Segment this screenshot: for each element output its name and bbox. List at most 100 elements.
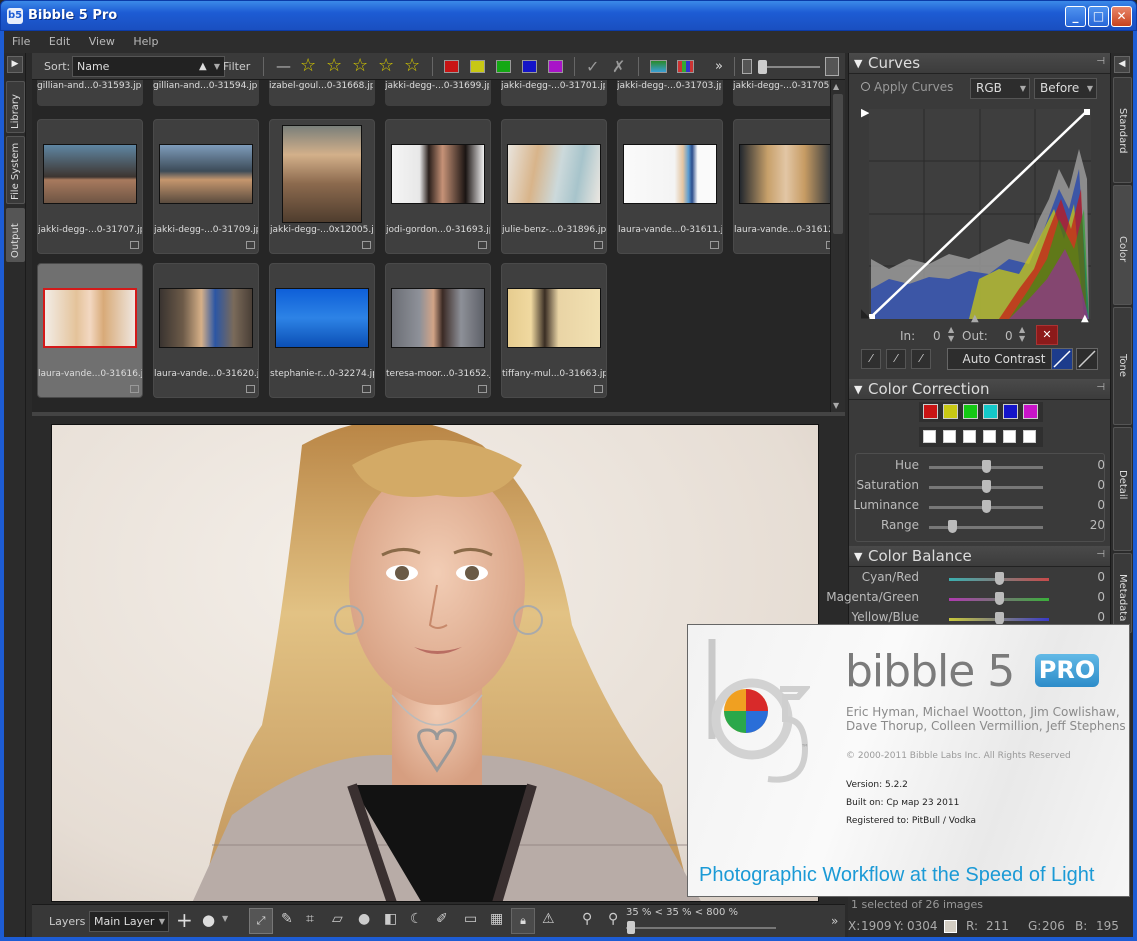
more-tools-button[interactable]: » — [715, 57, 723, 76]
spot-icon[interactable]: ● — [358, 911, 370, 927]
curves-graph[interactable] — [869, 109, 1091, 319]
thumbnail-size-slider[interactable] — [758, 66, 820, 68]
zoom-slider-knob[interactable] — [627, 921, 635, 934]
thumbnail-cell-selected[interactable]: laura-vande...0-31616.jpg — [37, 263, 143, 398]
thumbnail-size-knob[interactable] — [758, 60, 767, 74]
color-balance-header[interactable]: ▼ Color Balance ⊣ — [849, 546, 1111, 567]
thumbnail-cell[interactable]: laura-vande...0-31612.jpg — [733, 119, 830, 254]
pin-icon[interactable]: ⊣ — [1096, 56, 1105, 67]
thumbnail-cell[interactable]: jakki-degg-...0-31701.jpg — [501, 80, 607, 106]
tab-library[interactable]: Library — [6, 81, 25, 133]
label-yellow-swatch[interactable] — [470, 60, 485, 73]
thumbnail-cell[interactable]: gillian-and...0-31593.jpg — [37, 80, 143, 106]
maximize-button[interactable]: □ — [1088, 6, 1109, 27]
color-correction-slider-track[interactable] — [929, 526, 1043, 529]
thumbnail-cell[interactable]: jakki-degg-...0-31707.jpg — [37, 119, 143, 254]
thumbnail-cell[interactable]: izabel-goul...0-31668.jpg — [269, 80, 375, 106]
curve-linear-icon[interactable] — [1051, 348, 1073, 370]
grid-view-icon[interactable] — [677, 60, 694, 73]
brush-icon[interactable]: ☾ — [410, 911, 423, 927]
color-correction-header[interactable]: ▼ Color Correction ⊣ — [849, 379, 1111, 400]
sort-direction-icon[interactable]: ▲ — [199, 57, 207, 76]
label-green-swatch[interactable] — [496, 60, 511, 73]
curve-reset-icon[interactable] — [1076, 348, 1098, 370]
apply-curves-radio[interactable] — [861, 82, 870, 91]
menu-help[interactable]: Help — [125, 31, 165, 48]
cc-green-swatch[interactable] — [963, 404, 978, 419]
thumbnail-cell[interactable]: jakki-degg-...0-31699.jpg — [385, 80, 491, 106]
tab-color[interactable]: Color — [1113, 185, 1132, 305]
thumbnail-scrollbar[interactable]: ▲ ▼ — [830, 80, 845, 412]
tab-detail[interactable]: Detail — [1113, 427, 1132, 551]
gray-eyedropper-icon[interactable]: ⁄ — [886, 349, 906, 369]
close-button[interactable]: ✕ — [1111, 6, 1132, 27]
chevron-down-icon[interactable]: ▼ — [222, 914, 228, 923]
in-value[interactable]: 0 — [933, 329, 941, 343]
thumbnail-cell[interactable]: teresa-moor...0-31652.jpg — [385, 263, 491, 398]
auto-contrast-button[interactable]: Auto Contrast — [947, 348, 1061, 370]
scroll-up-icon[interactable]: ▲ — [833, 82, 839, 91]
star-3-icon[interactable]: ☆ — [352, 56, 368, 76]
zoom-in-icon[interactable]: ⚲ — [608, 911, 618, 927]
compare-icon[interactable]: ▦ — [490, 911, 503, 927]
thumbnail-cell[interactable]: jakki-degg-...0x12005.jpg — [269, 119, 375, 254]
cc-red-swatch[interactable] — [923, 404, 938, 419]
custom-swatch-3[interactable] — [963, 430, 976, 443]
label-red-swatch[interactable] — [444, 60, 459, 73]
reset-point-icon[interactable]: ✕ — [1036, 325, 1058, 345]
minimize-button[interactable]: _ — [1065, 6, 1086, 27]
monitor-icon[interactable]: ▭ — [464, 911, 477, 927]
more-tools-icon[interactable]: » — [831, 914, 838, 928]
star-4-icon[interactable]: ☆ — [378, 56, 394, 76]
star-5-icon[interactable]: ☆ — [404, 56, 420, 76]
zoom-out-icon[interactable]: ⚲ — [582, 911, 592, 927]
thumbnail-cell[interactable]: laura-vande...0-31620.jpg — [153, 263, 259, 398]
layer-select[interactable]: Main Layer ▼ — [89, 911, 169, 932]
eyedropper-icon[interactable]: ✎ — [281, 911, 293, 927]
lock-icon[interactable]: 🔒︎ — [511, 908, 535, 934]
out-stepper-icon[interactable]: ▲ ▼ — [1019, 325, 1025, 343]
straighten-icon[interactable]: ▱ — [332, 911, 343, 927]
out-value[interactable]: 0 — [1005, 329, 1013, 343]
label-purple-swatch[interactable] — [548, 60, 563, 73]
cc-blue-swatch[interactable] — [1003, 404, 1018, 419]
accept-icon[interactable]: ✓ — [586, 57, 599, 76]
menu-file[interactable]: File — [4, 31, 37, 48]
mid-point-marker-icon[interactable]: ▲ — [971, 313, 979, 324]
zoom-slider[interactable] — [626, 927, 776, 929]
before-after-select[interactable]: Before ▼ — [1034, 78, 1097, 99]
collapse-left-button[interactable]: ▶ — [7, 56, 23, 73]
scrollbar-thumb[interactable] — [833, 94, 843, 234]
thumbnail-cell[interactable]: jakki-degg-...0-31709.jpg — [153, 119, 259, 254]
color-balance-slider-knob[interactable] — [995, 572, 1004, 585]
pin-icon[interactable]: ⊣ — [1096, 382, 1105, 393]
custom-swatch-5[interactable] — [1003, 430, 1016, 443]
thumbnail-cell[interactable]: jakki-degg-...0-31703.jpg — [617, 80, 723, 106]
thumbnail-cell[interactable]: stephanie-r...0-32274.jpg — [269, 263, 375, 398]
warning-icon[interactable]: ⚠ — [542, 911, 555, 927]
color-correction-slider-knob[interactable] — [947, 520, 957, 533]
custom-swatch-1[interactable] — [923, 430, 936, 443]
tab-metadata[interactable]: Metadata — [1113, 553, 1132, 633]
cc-magenta-swatch[interactable] — [1023, 404, 1038, 419]
cc-cyan-swatch[interactable] — [983, 404, 998, 419]
cc-yellow-swatch[interactable] — [943, 404, 958, 419]
pin-icon[interactable]: ⊣ — [1096, 549, 1105, 560]
crop-fit-icon[interactable]: ⤢ — [249, 908, 273, 934]
add-layer-icon[interactable]: + — [176, 908, 193, 932]
color-balance-slider-knob[interactable] — [995, 592, 1004, 605]
in-stepper-icon[interactable]: ▲ ▼ — [948, 325, 954, 343]
thumbnail-cell[interactable]: jodi-gordon...0-31693.jpg — [385, 119, 491, 254]
black-eyedropper-icon[interactable]: ⁄ — [861, 349, 881, 369]
tab-standard[interactable]: Standard — [1113, 77, 1132, 183]
histogram-view-icon[interactable] — [650, 60, 667, 73]
layer-shape-icon[interactable]: ● — [202, 911, 215, 929]
tab-file-system[interactable]: File System — [6, 136, 25, 204]
about-splash[interactable]: ™ bibble 5 PRO Eric Hyman, Michael Woott… — [687, 624, 1130, 897]
collapse-right-button[interactable]: ◀ — [1114, 56, 1130, 73]
custom-swatch-6[interactable] — [1023, 430, 1036, 443]
white-eyedropper-icon[interactable]: ⁄ — [911, 349, 931, 369]
thumbnail-cell[interactable]: laura-vande...0-31611.jpg — [617, 119, 723, 254]
star-1-icon[interactable]: ☆ — [300, 56, 316, 76]
thumbnail-cell[interactable]: gillian-and...0-31594.jpg — [153, 80, 259, 106]
